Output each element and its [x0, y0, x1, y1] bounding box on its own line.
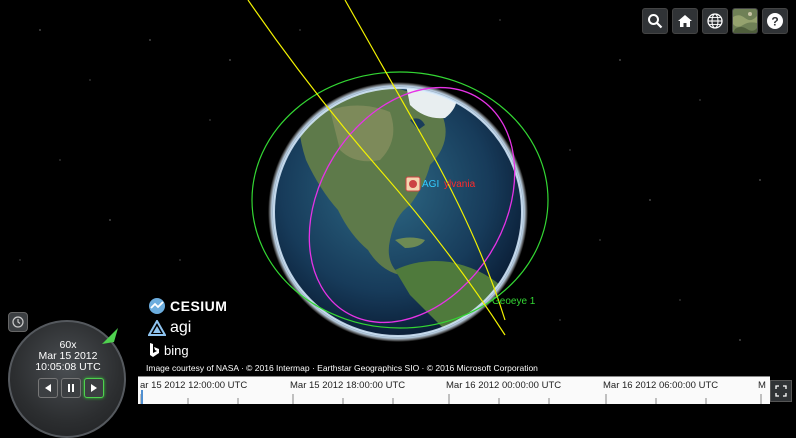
ground-station-label-suffix: ylvania	[444, 179, 476, 190]
home-icon[interactable]	[672, 8, 698, 34]
svg-text:?: ?	[771, 15, 778, 29]
agi-facility-marker[interactable]	[405, 176, 421, 192]
ground-station-label: AGI	[422, 179, 440, 190]
help-icon[interactable]: ?	[762, 8, 788, 34]
bing-logo-text: bing	[164, 342, 189, 358]
agi-logo-text: agi	[170, 319, 192, 336]
agi-logo-icon	[148, 320, 166, 336]
realtime-clock-icon[interactable]	[8, 312, 28, 332]
cesium-logo[interactable]: CESIUM	[148, 295, 227, 317]
animation-controls	[38, 378, 104, 398]
scene-mode-globe-icon[interactable]	[702, 8, 728, 34]
fullscreen-icon[interactable]	[770, 380, 792, 402]
credits-logos: CESIUM agi bing	[148, 295, 227, 361]
cesium-toolbar: ?	[642, 8, 788, 34]
base-layer-picker-icon[interactable]	[732, 8, 758, 34]
bing-logo[interactable]: bing	[148, 339, 227, 361]
geocoder-search-icon[interactable]	[642, 8, 668, 34]
cesium-logo-text: CESIUM	[170, 298, 228, 314]
cesium-logo-icon	[149, 298, 165, 314]
imagery-credit-text[interactable]: Image courtesy of NASA · © 2016 Intermap…	[146, 363, 538, 373]
play-forward-icon[interactable]	[84, 378, 104, 398]
agi-logo[interactable]: agi	[148, 317, 227, 339]
animation-time: 10:05:08 UTC	[35, 361, 101, 373]
timeline-ticks	[140, 390, 762, 404]
timeline-needle[interactable]	[141, 390, 143, 404]
timeline[interactable]: ar 15 2012 12:00:00 UTC Mar 15 2012 18:0…	[138, 376, 770, 404]
play-reverse-icon[interactable]	[38, 378, 58, 398]
bing-logo-icon	[150, 343, 159, 357]
pause-icon[interactable]	[61, 378, 81, 398]
satellite-label: Geoeye 1	[492, 296, 536, 307]
